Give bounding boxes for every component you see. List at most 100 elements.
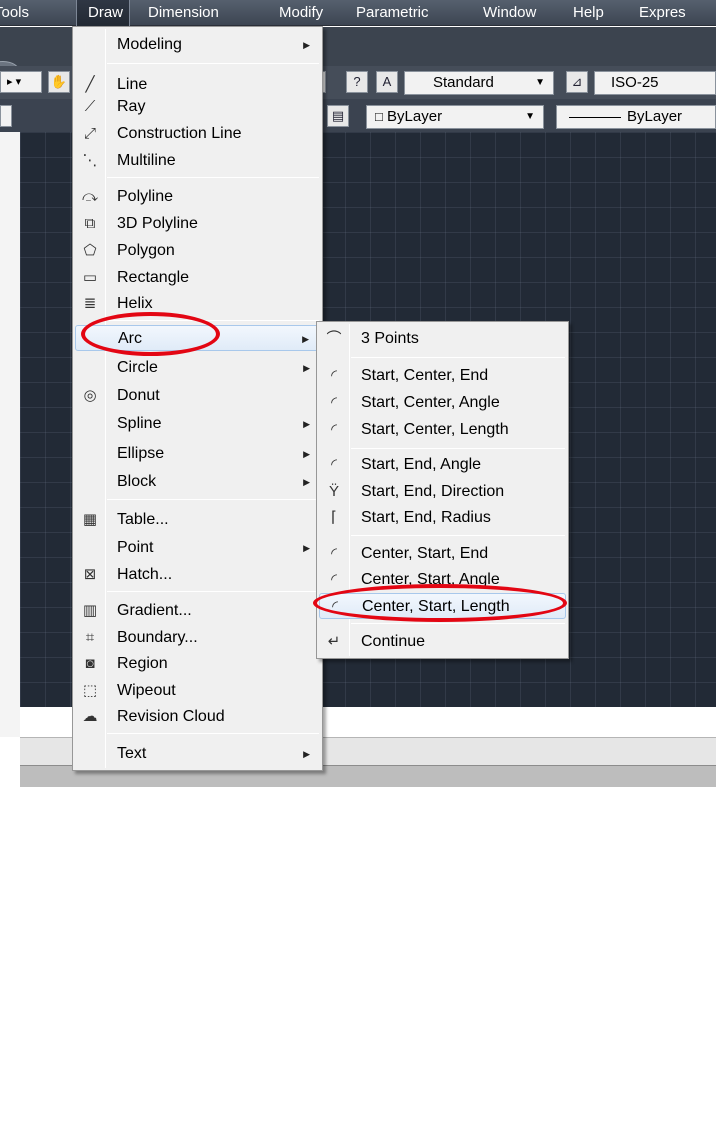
- menu-item-label: Arc: [118, 330, 142, 347]
- menu-item-label: Wipeout: [117, 682, 176, 699]
- arc-start-end-direction-icon: Ϋ: [328, 483, 339, 500]
- menu-item-region[interactable]: ◙ Region: [75, 651, 320, 677]
- menu-item-hatch[interactable]: ⊠ Hatch...: [75, 562, 320, 588]
- submenu-arrow-icon: ▶: [302, 334, 309, 344]
- menu-item-table[interactable]: ▦ Table...: [75, 507, 320, 533]
- menu-item-circle[interactable]: Circle ▶: [75, 355, 320, 381]
- menu-item-3d-polyline[interactable]: ⧉ 3D Polyline: [75, 211, 320, 237]
- canvas-bottom-margin: [0, 707, 20, 737]
- hatch-icon: ⊠: [83, 566, 97, 583]
- menu-item-polyline[interactable]: ⤼ Polyline: [75, 184, 320, 210]
- menu-item-label: Start, End, Direction: [361, 483, 505, 500]
- menu-dimension[interactable]: Dimension: [148, 0, 219, 26]
- menu-separator: [107, 591, 319, 592]
- menu-item-label: Start, End, Radius: [361, 509, 491, 526]
- submenu-arrow-icon: ▶: [303, 543, 310, 553]
- polygon-icon: ⬠: [83, 242, 97, 259]
- menu-item-multiline[interactable]: ⋱ Multiline: [75, 148, 320, 174]
- menu-item-label: Polyline: [117, 188, 174, 205]
- submenu-item-start-end-angle[interactable]: ◜ Start, End, Angle: [319, 452, 566, 478]
- dim-style-value: ISO-25: [611, 74, 659, 91]
- arc-center-start-length-icon: ◜: [332, 598, 338, 615]
- submenu-arrow-icon: ▶: [303, 419, 310, 429]
- arc-submenu: ⌒ 3 Points ◜ Start, Center, End ◜ Start,…: [316, 321, 569, 659]
- menu-item-label: Boundary...: [117, 629, 198, 646]
- table-icon: ▦: [82, 511, 98, 528]
- menu-item-label: Donut: [117, 387, 160, 404]
- menu-item-label: Block: [117, 473, 157, 490]
- menu-window[interactable]: Window: [483, 0, 536, 26]
- menu-item-construction-line[interactable]: ⤢ Construction Line: [75, 121, 320, 147]
- arc-center-start-end-icon: ◜: [331, 545, 337, 562]
- menu-item-ellipse[interactable]: Ellipse ▶: [75, 441, 320, 467]
- menu-item-polygon[interactable]: ⬠ Polygon: [75, 238, 320, 264]
- menu-item-ray[interactable]: ⟋ Ray: [75, 94, 320, 120]
- canvas-left-margin: [0, 132, 20, 707]
- menu-item-arc[interactable]: Arc ▶: [75, 325, 320, 351]
- submenu-item-continue[interactable]: ↵ Continue: [319, 629, 566, 655]
- menu-item-label: Region: [117, 655, 168, 672]
- menu-item-rectangle[interactable]: ▭ Rectangle: [75, 265, 320, 291]
- menu-item-block[interactable]: Block ▶: [75, 469, 320, 495]
- rectangle-icon: ▭: [82, 269, 98, 286]
- menu-help[interactable]: Help: [573, 0, 604, 26]
- submenu-item-3-points[interactable]: ⌒ 3 Points: [319, 326, 566, 352]
- pan-hand-icon[interactable]: ✋: [48, 71, 70, 93]
- arc-center-start-angle-icon: ◜: [331, 571, 337, 588]
- layer-match-icon[interactable]: ▤: [327, 105, 349, 127]
- menu-item-label: Rectangle: [117, 269, 190, 286]
- color-control-select[interactable]: □ ByLayer ▼: [366, 105, 544, 129]
- menu-item-gradient[interactable]: ▥ Gradient...: [75, 598, 320, 624]
- menu-modify[interactable]: Modify: [279, 0, 323, 26]
- submenu-item-start-center-angle[interactable]: ◜ Start, Center, Angle: [319, 390, 566, 416]
- dim-style-select[interactable]: ISO-25: [594, 71, 716, 95]
- menu-separator: [351, 623, 565, 624]
- 3d-polyline-icon: ⧉: [84, 215, 96, 232]
- submenu-item-start-center-end[interactable]: ◜ Start, Center, End: [319, 363, 566, 389]
- donut-icon: ◎: [83, 387, 97, 404]
- linetype-control-select[interactable]: ByLayer: [556, 105, 716, 129]
- dim-style-icon[interactable]: ⊿: [566, 71, 588, 93]
- region-icon: ◙: [85, 655, 95, 672]
- menu-item-revision-cloud[interactable]: ☁ Revision Cloud: [75, 704, 320, 730]
- arc-3-points-icon: ⌒: [326, 330, 342, 347]
- menu-item-helix[interactable]: ≣ Helix: [75, 291, 320, 317]
- menu-separator: [107, 63, 319, 64]
- menu-express[interactable]: Expres: [639, 0, 686, 26]
- toolbar-dropdown-left[interactable]: ▸ ▾: [0, 71, 42, 93]
- menu-separator: [107, 177, 319, 178]
- menu-item-spline[interactable]: Spline ▶: [75, 411, 320, 437]
- menu-item-label: Gradient...: [117, 602, 192, 619]
- menu-item-label: Text: [117, 745, 147, 762]
- menu-parametric[interactable]: Parametric: [356, 0, 429, 26]
- submenu-item-center-start-length[interactable]: ◜ Center, Start, Length: [319, 593, 566, 619]
- submenu-item-center-start-angle[interactable]: ◜ Center, Start, Angle: [319, 567, 566, 593]
- arc-start-center-end-icon: ◜: [331, 367, 337, 384]
- text-style-icon[interactable]: A: [376, 71, 398, 93]
- submenu-item-start-center-length[interactable]: ◜ Start, Center, Length: [319, 417, 566, 443]
- menu-item-label: Ellipse: [117, 445, 165, 462]
- menu-item-label: Table...: [117, 511, 169, 528]
- submenu-item-center-start-end[interactable]: ◜ Center, Start, End: [319, 541, 566, 567]
- menu-item-point[interactable]: Point ▶: [75, 535, 320, 561]
- submenu-item-start-end-direction[interactable]: Ϋ Start, End, Direction: [319, 479, 566, 505]
- construction-line-icon: ⤢: [83, 125, 96, 142]
- submenu-item-start-end-radius[interactable]: ⌈ Start, End, Radius: [319, 505, 566, 531]
- menu-item-label: Construction Line: [117, 125, 242, 142]
- menu-item-modeling[interactable]: Modeling ▶: [75, 32, 320, 58]
- menu-item-boundary[interactable]: ⌗ Boundary...: [75, 625, 320, 651]
- help-icon[interactable]: ?: [346, 71, 368, 93]
- menu-tools[interactable]: Tools: [0, 0, 29, 26]
- menu-item-donut[interactable]: ◎ Donut: [75, 383, 320, 409]
- menu-item-text[interactable]: Text ▶: [75, 741, 320, 767]
- linetype-sample: [569, 117, 621, 118]
- text-style-select[interactable]: Standard ▼: [404, 71, 554, 95]
- menu-item-label: 3D Polyline: [117, 215, 198, 232]
- menu-draw[interactable]: Draw: [76, 0, 130, 26]
- menu-separator: [107, 499, 319, 500]
- menu-item-label: Helix: [117, 295, 153, 312]
- menu-separator: [351, 448, 565, 449]
- linetype-control-value: ByLayer: [627, 108, 683, 125]
- menu-item-wipeout[interactable]: ⬚ Wipeout: [75, 678, 320, 704]
- line-icon: ╱: [85, 76, 95, 93]
